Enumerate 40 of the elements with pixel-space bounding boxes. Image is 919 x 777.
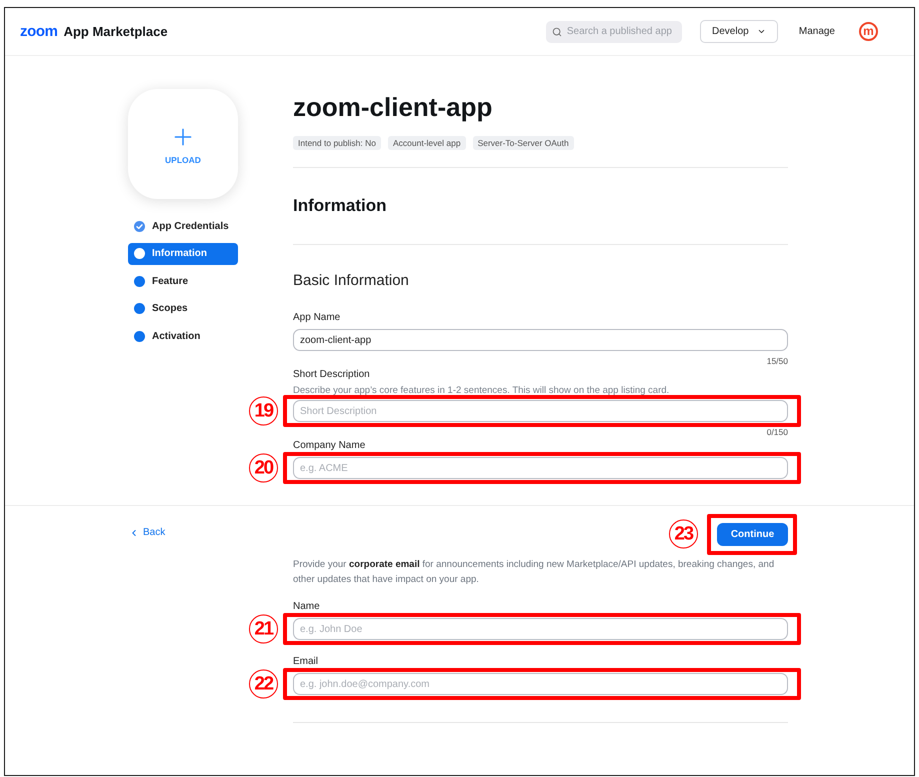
field-label: Name xyxy=(293,600,321,614)
app-title: zoom-client-app xyxy=(293,92,494,122)
avatar[interactable]: m xyxy=(859,22,878,41)
callout-number: 19 xyxy=(249,396,278,426)
manage-link[interactable]: Manage xyxy=(798,24,835,39)
step-item[interactable]: App Credentials xyxy=(128,215,238,237)
continue-button[interactable]: Continue xyxy=(717,523,788,546)
chevron-down-icon xyxy=(756,27,766,36)
input-field[interactable]: zoom-client-app xyxy=(293,329,788,351)
field-label: Company Name xyxy=(293,439,366,453)
character-counter: 0/150 xyxy=(766,426,788,438)
search-field[interactable]: Search a published app xyxy=(546,20,682,42)
tag: Account-level app xyxy=(388,136,466,150)
callout-number: 22 xyxy=(249,670,278,698)
field-label: Short Description xyxy=(293,368,371,382)
search-icon xyxy=(552,26,562,36)
section-heading: Information xyxy=(293,195,388,217)
field-label: Email xyxy=(293,655,320,669)
step-item[interactable]: Activation xyxy=(128,325,238,347)
input-field[interactable]: e.g. john.doe@company.com xyxy=(293,673,788,695)
tag: Server-To-Server OAuth xyxy=(472,136,574,150)
subsection-heading: Basic Information xyxy=(293,271,410,291)
input-field[interactable]: Short Description xyxy=(293,400,788,422)
callout-number: 21 xyxy=(249,614,278,644)
step-item[interactable]: Scopes xyxy=(128,298,238,320)
product-name: App Marketplace xyxy=(64,25,168,38)
brand-logo[interactable]: zoom xyxy=(20,24,58,39)
back-link[interactable]: Back xyxy=(129,521,166,544)
step-item[interactable]: Feature xyxy=(128,270,238,292)
field-help-text: Describe your app’s core features in 1-2 sentences. This will show on the app listing card. xyxy=(293,384,670,397)
step-item[interactable]: Information xyxy=(128,242,238,264)
character-counter: 15/50 xyxy=(766,355,788,367)
callout-number: 23 xyxy=(669,519,698,548)
input-field[interactable]: e.g. ACME xyxy=(293,457,788,479)
callout-number: 20 xyxy=(249,454,278,482)
develop-dropdown[interactable]: Develop xyxy=(700,20,778,43)
field-label: App Name xyxy=(293,311,342,325)
tag: Intend to publish: No xyxy=(293,136,381,150)
contact-intro-text: Provide your corporate email for announcements including new Marketplace/API updates, breaking changes, and other updates that have impact on your app. xyxy=(293,558,776,587)
input-field[interactable]: e.g. John Doe xyxy=(293,618,788,640)
